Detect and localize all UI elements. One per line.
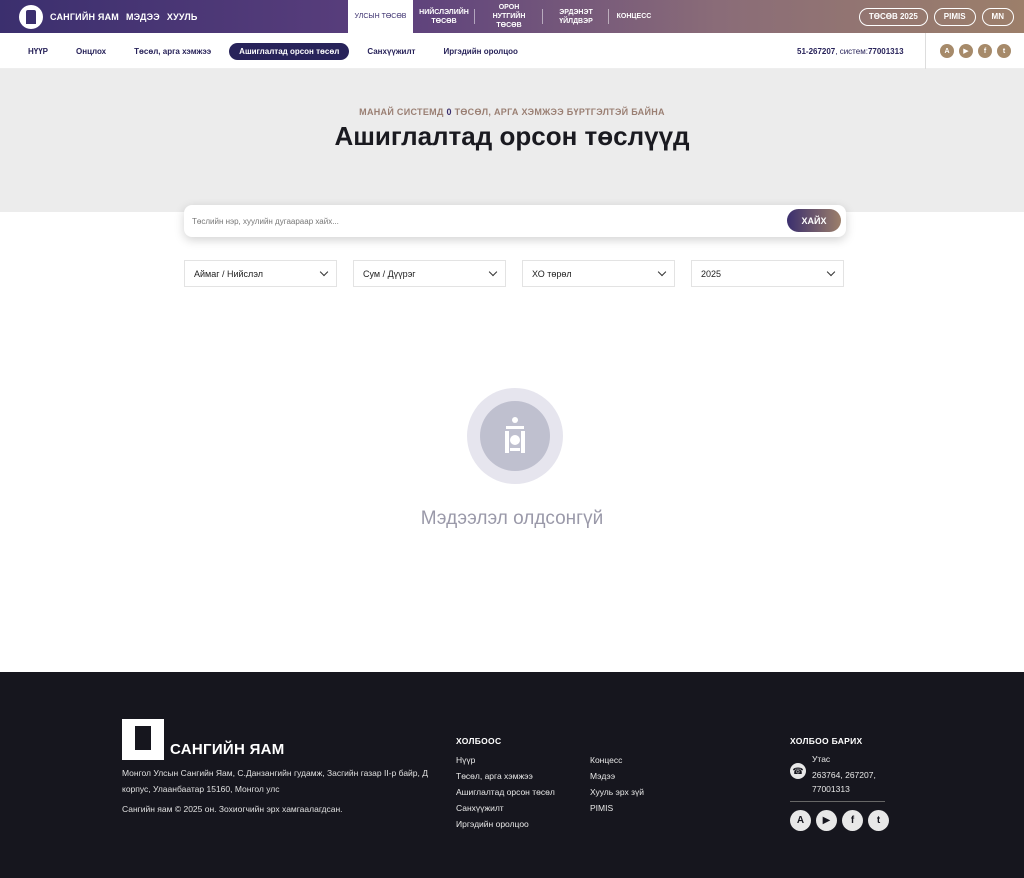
phone-icon: ☎ <box>790 763 806 779</box>
googleplay-icon[interactable]: ▶ <box>959 44 973 58</box>
subnav-projects[interactable]: Төсөл, арга хэмжээ <box>134 43 211 60</box>
top-nav-law[interactable]: ХУУЛЬ <box>167 12 198 22</box>
search-input[interactable] <box>192 216 846 226</box>
footer-link-financing[interactable]: Санхүүжилт <box>456 800 555 816</box>
twitter-icon[interactable]: t <box>868 810 889 831</box>
year-select[interactable]: 2025 <box>691 260 844 287</box>
footer-link-participation[interactable]: Иргэдийн оролцоо <box>456 816 555 832</box>
tab-erdenet[interactable]: ЭРДЭНЭТ ҮЙЛДВЭР <box>543 0 609 33</box>
contact-system-number: 77001313 <box>867 46 904 56</box>
tab-capital-budget[interactable]: НИЙСЛЭЛИЙН ТӨСӨВ <box>413 0 475 33</box>
soyombo-icon <box>135 726 151 750</box>
twitter-icon[interactable]: t <box>997 44 1011 58</box>
filters: Аймаг / Нийслэл Сум / Дүүрэг ХО төрөл 20… <box>184 260 844 287</box>
district-select[interactable]: Сум / Дүүрэг <box>353 260 506 287</box>
top-bar: САНГИЙН ЯАМ МЭДЭЭ ХУУЛЬ УЛСЫН ТӨСӨВ НИЙС… <box>0 0 1024 33</box>
footer-links-heading: ХОЛБООС <box>456 736 502 746</box>
budget-tabs: УЛСЫН ТӨСӨВ НИЙСЛЭЛИЙН ТӨСӨВ ОРОН НУТГИЙН Т… <box>348 0 659 33</box>
subnav-financing[interactable]: Санхүүжилт <box>367 43 415 60</box>
footer-address: Монгол Улсын Сангийн Яам, С.Данзангийн г… <box>122 768 428 794</box>
subnav-home[interactable]: НҮҮР <box>28 43 48 60</box>
footer-link-pimis[interactable]: PIMIS <box>590 800 644 816</box>
footer-links-col2: Концесс Мэдээ Хууль эрх зүй PIMIS <box>590 752 644 816</box>
tab-local-budget[interactable]: ОРОН НУТГИЙН ТӨСӨВ <box>475 0 543 33</box>
footer-contact-heading: ХОЛБОО БАРИХ <box>790 736 863 746</box>
footer-copyright: Сангийн яам © 2025 он. Зохиогчийн эрх ха… <box>122 804 343 814</box>
top-nav-ministry[interactable]: САНГИЙН ЯАМ <box>50 12 119 22</box>
contact-number: 51-267207 <box>797 46 836 56</box>
ministry-logo[interactable] <box>19 5 43 29</box>
footer: САНГИЙН ЯАМ Монгол Улсын Сангийн Яам, С.… <box>0 672 1024 878</box>
top-pills: ТӨСӨВ 2025 PIMIS MN <box>858 0 1014 33</box>
contact-info: 51-267207, систем: 77001313 <box>797 46 904 56</box>
pimis-button[interactable]: PIMIS <box>933 7 976 26</box>
footer-link-law[interactable]: Хууль эрх зүй <box>590 784 644 800</box>
phone-value: 263764, 267207, 77001313 <box>812 770 876 794</box>
header-socials: A ▶ f t <box>925 33 1011 69</box>
language-button[interactable]: MN <box>981 7 1014 26</box>
search-button[interactable]: ХАЙХ <box>787 209 841 232</box>
footer-link-concession[interactable]: Концесс <box>590 752 644 768</box>
facebook-icon[interactable]: f <box>978 44 992 58</box>
type-select[interactable]: ХО төрөл <box>522 260 675 287</box>
budget-2025-button[interactable]: ТӨСӨВ 2025 <box>858 7 928 26</box>
top-nav: САНГИЙН ЯАМ МЭДЭЭ ХУУЛЬ <box>50 0 198 33</box>
footer-link-completed[interactable]: Ашиглалтад орсон төсөл <box>456 784 555 800</box>
phone-label: Утас <box>812 754 831 764</box>
chevron-down-icon <box>488 267 498 277</box>
sub-nav-items: НҮҮР Онцлох Төсөл, арга хэмжээ Ашиглалта… <box>28 33 546 69</box>
subnav-featured[interactable]: Онцлох <box>76 43 106 60</box>
googleplay-icon[interactable]: ▶ <box>816 810 837 831</box>
tab-concession[interactable]: КОНЦЕСС <box>609 0 659 33</box>
soyombo-icon <box>26 10 36 24</box>
sub-nav: НҮҮР Онцлох Төсөл, арга хэмжээ Ашиглалта… <box>0 33 1024 69</box>
footer-socials: A ▶ f t <box>790 810 889 831</box>
footer-links-col1: Нүүр Төсөл, арга хэмжээ Ашиглалтад орсон… <box>456 752 555 832</box>
hero: МАНАЙ СИСТЕМД 0 ТӨСӨЛ, АРГА ХЭМЖЭЭ БҮРТГ… <box>0 69 1024 212</box>
subnav-completed-projects[interactable]: Ашиглалтад орсон төсөл <box>229 42 350 60</box>
chevron-down-icon <box>657 267 667 277</box>
footer-brand: САНГИЙН ЯАМ <box>170 741 285 758</box>
soyombo-icon <box>505 417 525 453</box>
page-title: Ашиглалтад орсон төслүүд <box>334 121 690 151</box>
footer-link-news[interactable]: Мэдээ <box>590 768 644 784</box>
hero-subtitle: МАНАЙ СИСТЕМД 0 ТӨСӨЛ, АРГА ХЭМЖЭЭ БҮРТГ… <box>359 107 665 117</box>
appstore-icon[interactable]: A <box>790 810 811 831</box>
search-box: ХАЙХ <box>184 205 846 237</box>
empty-state-icon <box>467 388 563 484</box>
footer-link-home[interactable]: Нүүр <box>456 752 555 768</box>
top-nav-news[interactable]: МЭДЭЭ <box>126 12 160 22</box>
footer-divider <box>790 801 885 802</box>
subnav-participation[interactable]: Иргэдийн оролцоо <box>443 43 517 60</box>
footer-logo[interactable] <box>122 719 164 760</box>
empty-state-message: Мэдээлэл олдсонгүй <box>420 508 604 529</box>
facebook-icon[interactable]: f <box>842 810 863 831</box>
province-select[interactable]: Аймаг / Нийслэл <box>184 260 337 287</box>
chevron-down-icon <box>826 267 836 277</box>
tab-state-budget[interactable]: УЛСЫН ТӨСӨВ <box>348 0 413 33</box>
appstore-icon[interactable]: A <box>940 44 954 58</box>
footer-link-projects[interactable]: Төсөл, арга хэмжээ <box>456 768 555 784</box>
chevron-down-icon <box>319 267 329 277</box>
